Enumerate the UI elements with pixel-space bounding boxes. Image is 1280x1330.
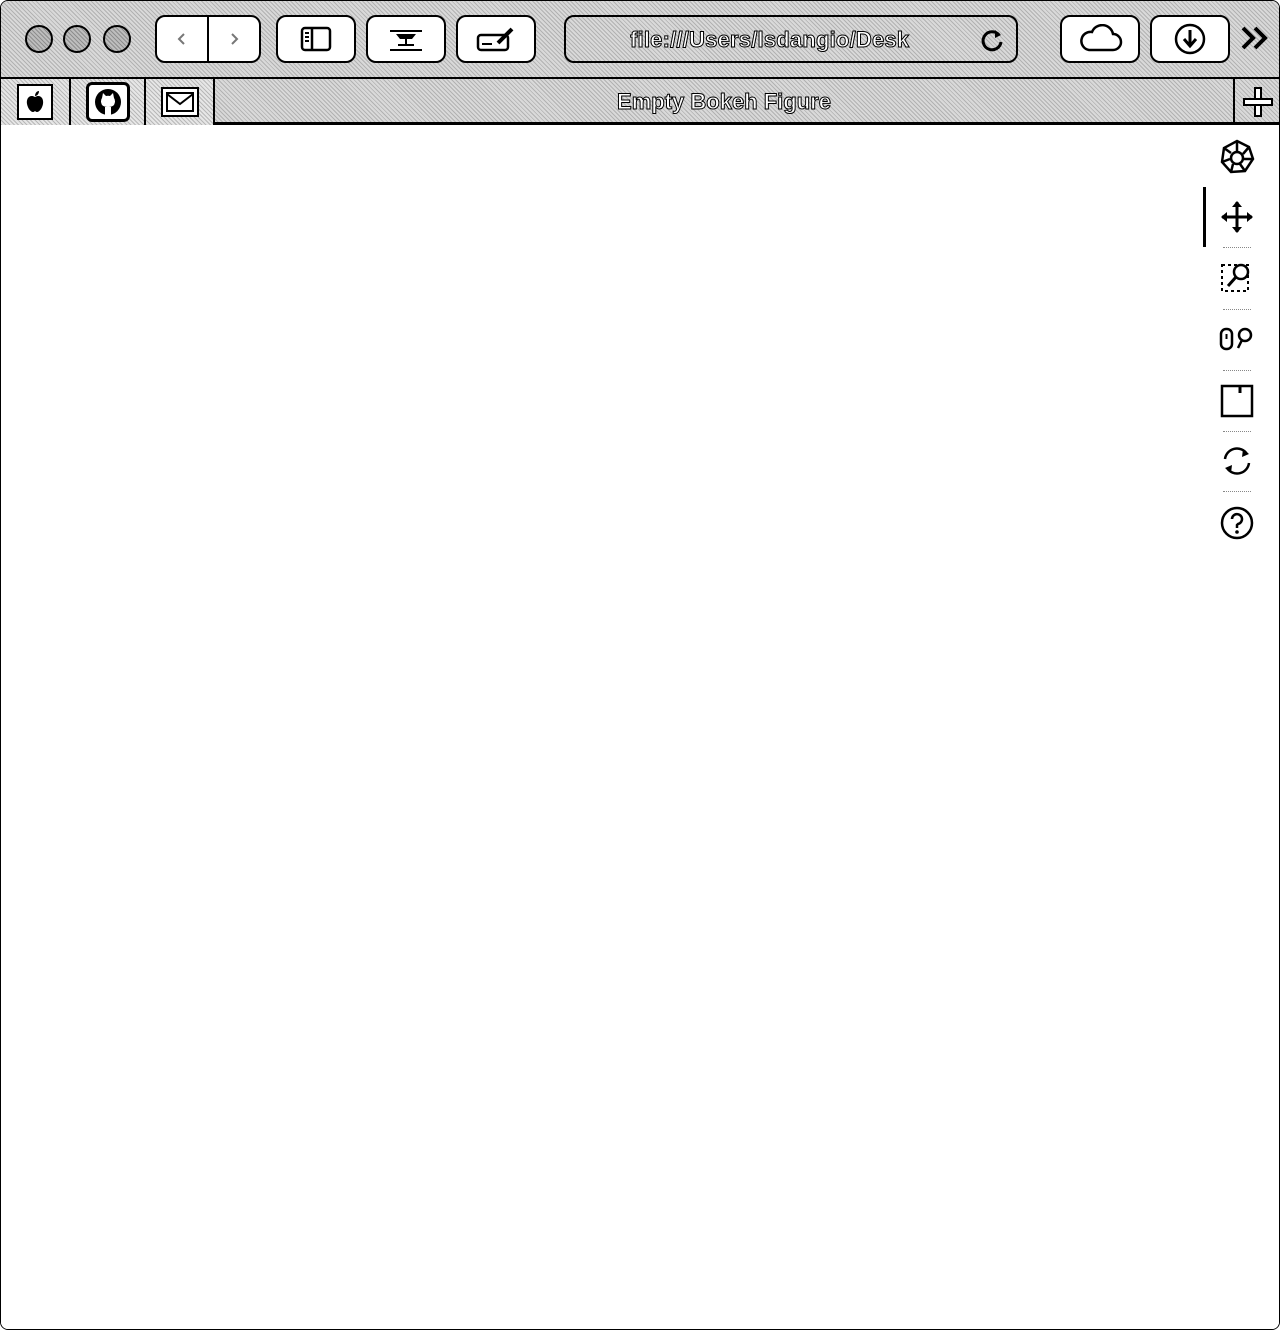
box-zoom-icon[interactable] [1217, 257, 1257, 297]
top-sites-button[interactable] [366, 15, 446, 63]
reset-icon[interactable] [1217, 441, 1257, 481]
close-window-button[interactable] [25, 25, 53, 53]
edit-button[interactable] [456, 15, 536, 63]
active-tab[interactable]: Empty Bokeh Figure [215, 79, 1233, 125]
sidebar-button[interactable] [276, 15, 356, 63]
back-button[interactable] [157, 17, 207, 61]
pinned-tab-apple[interactable] [1, 79, 71, 125]
tool-separator [1223, 247, 1251, 248]
bokeh-logo-icon[interactable] [1217, 137, 1257, 177]
nav-buttons [155, 15, 261, 63]
tool-separator [1223, 491, 1251, 492]
download-icon [1174, 23, 1206, 55]
tool-separator [1223, 370, 1251, 371]
pinned-tab-mail[interactable] [146, 79, 215, 125]
pencil-keyboard-icon [476, 27, 514, 52]
forward-button[interactable] [207, 17, 259, 61]
plus-icon [1243, 87, 1273, 117]
browser-toolbar: file:///Users/lsdangio/Desk [1, 1, 1279, 77]
double-chevron-right-icon [1241, 26, 1268, 50]
sidebar-icon [300, 26, 332, 52]
chevron-right-icon [231, 33, 239, 45]
pan-icon[interactable] [1217, 197, 1257, 237]
reload-button[interactable] [978, 26, 1006, 59]
minimize-window-button[interactable] [63, 25, 91, 53]
active-tool-indicator [1203, 187, 1206, 247]
icloud-button[interactable] [1060, 15, 1140, 63]
github-icon [85, 82, 130, 122]
wheel-zoom-icon[interactable] [1217, 319, 1257, 359]
cloud-icon [1080, 24, 1123, 52]
help-icon[interactable] [1217, 503, 1257, 543]
save-icon[interactable] [1217, 381, 1257, 421]
chevron-left-icon [177, 33, 185, 45]
address-bar[interactable]: file:///Users/lsdangio/Desk [564, 15, 1018, 63]
mail-icon [160, 87, 199, 117]
url-text: file:///Users/lsdangio/Desk [630, 27, 910, 53]
pinned-tab-github[interactable] [71, 79, 146, 125]
toolbar-overflow-button[interactable] [1239, 23, 1273, 58]
top-sites-icon [390, 30, 422, 51]
downloads-button[interactable] [1150, 15, 1230, 63]
bokeh-figure-canvas[interactable] [1, 125, 1279, 1329]
reload-icon [981, 30, 1003, 52]
tool-separator [1223, 431, 1251, 432]
zoom-window-button[interactable] [103, 25, 131, 53]
tab-bar: Empty Bokeh Figure [1, 77, 1279, 125]
new-tab-button[interactable] [1233, 79, 1279, 125]
apple-icon [17, 84, 53, 120]
tool-separator [1223, 309, 1251, 310]
browser-window: file:///Users/lsdangio/Desk Empty Bokeh … [0, 0, 1280, 1330]
